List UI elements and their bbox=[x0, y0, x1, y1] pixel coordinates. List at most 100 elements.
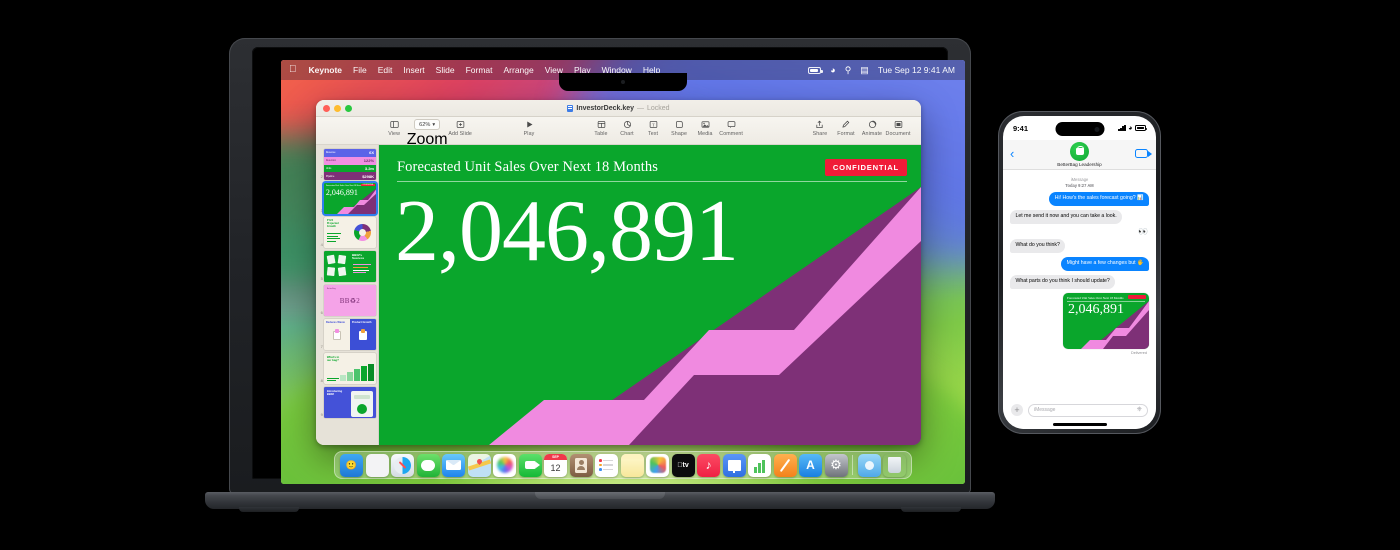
dock-item-photos[interactable] bbox=[493, 453, 516, 477]
zoom-value-pill[interactable]: 62% ▾ bbox=[414, 119, 441, 130]
share-icon bbox=[815, 119, 824, 130]
shape-button[interactable]: Shape bbox=[666, 119, 692, 137]
message-row-incoming[interactable]: What do you think? bbox=[1010, 238, 1149, 253]
minimize-button[interactable] bbox=[334, 104, 341, 112]
dock-item-safari[interactable] bbox=[391, 453, 414, 477]
dock-item-reminders[interactable] bbox=[595, 453, 618, 477]
navigator-slide-5[interactable]: 5 BB02's Success bbox=[318, 251, 376, 282]
dock-item-freeform[interactable] bbox=[646, 453, 669, 477]
navigator-slide-3[interactable]: 3 Forecasted Unit Sales Over Next 18 Mon… bbox=[318, 183, 376, 214]
message-input[interactable]: iMessage ⎈ bbox=[1028, 403, 1148, 417]
slide-thumbnail[interactable]: What's in our bag? bbox=[323, 353, 376, 384]
dock-item-music[interactable]: ♪ bbox=[697, 453, 720, 477]
control-center-icon[interactable]: ▤ bbox=[860, 65, 869, 75]
menu-edit[interactable]: Edit bbox=[378, 65, 393, 75]
dock-item-system-settings[interactable]: ⚙ bbox=[824, 453, 848, 477]
facetime-video-icon[interactable] bbox=[1135, 149, 1152, 158]
table-button[interactable]: Table bbox=[588, 119, 614, 137]
add-slide-button[interactable]: Add Slide bbox=[447, 119, 473, 137]
navigator-slide-4[interactable]: 4 FY24 Projected Growth bbox=[318, 217, 376, 248]
menu-file[interactable]: File bbox=[353, 65, 367, 75]
message-reaction-eyes[interactable]: 👀 bbox=[1010, 227, 1148, 236]
menu-app-name[interactable]: Keynote bbox=[309, 65, 343, 75]
home-indicator[interactable] bbox=[1052, 423, 1107, 426]
dock-item-pages[interactable] bbox=[773, 453, 797, 477]
navigator-slide-9[interactable]: 9 Introducing BB02 bbox=[318, 387, 376, 418]
dock-item-keynote[interactable] bbox=[722, 453, 746, 477]
dock-item-apple-tv[interactable]: tv bbox=[671, 453, 695, 477]
navigator-slide-2[interactable]: 2 Revenue 6X Retention 122% Units 3.2m P… bbox=[318, 149, 376, 180]
share-button[interactable]: Share bbox=[807, 119, 833, 137]
chart-button[interactable]: Chart bbox=[614, 119, 640, 137]
dock-item-maps[interactable] bbox=[467, 453, 491, 477]
menubar-clock[interactable]: Tue Sep 12 9:41 AM bbox=[878, 65, 955, 75]
dock-item-mail[interactable] bbox=[442, 453, 465, 477]
dock-item-facetime[interactable] bbox=[518, 453, 542, 477]
document-button[interactable]: Document bbox=[885, 119, 911, 137]
menu-arrange[interactable]: Arrange bbox=[504, 65, 534, 75]
dock-item-trash[interactable] bbox=[883, 454, 906, 477]
slide-navigator[interactable]: 2 Revenue 6X Retention 122% Units 3.2m P… bbox=[316, 145, 379, 445]
animate-button[interactable]: Animate bbox=[859, 119, 885, 137]
navigator-slide-7[interactable]: 7 Reduces Waste Product Growth bbox=[318, 319, 376, 350]
dock-item-contacts[interactable] bbox=[569, 453, 593, 477]
avatar[interactable] bbox=[1070, 142, 1089, 161]
message-row-outgoing[interactable]: Might have a few changes but 🖐 bbox=[1010, 256, 1149, 271]
slide-thumbnail[interactable]: Revenue 6X Retention 122% Units 3.2m Pip… bbox=[323, 149, 376, 180]
message-bubble[interactable]: Let me send it now and you can take a lo… bbox=[1010, 209, 1123, 224]
dock-item-messages[interactable] bbox=[416, 453, 440, 477]
messages-navbar[interactable]: ‹ BetterBag Leadership bbox=[1003, 140, 1156, 170]
message-thread[interactable]: iMessage Today 9:27 AM Hi! How's the sal… bbox=[1003, 170, 1156, 399]
plus-icon[interactable]: + bbox=[1011, 404, 1023, 416]
message-row-incoming[interactable]: Let me send it now and you can take a lo… bbox=[1010, 209, 1149, 224]
slide-thumbnail[interactable]: FY24 Projected Growth bbox=[323, 217, 376, 248]
slide-thumbnail[interactable]: BB02's Success bbox=[323, 251, 376, 282]
keynote-toolbar[interactable]: View 62% ▾ Zoom Add Slide Play Table Cha… bbox=[316, 117, 921, 148]
menu-insert[interactable]: Insert bbox=[403, 65, 424, 75]
slide-attachment[interactable]: Forecasted Unit Sales Over Next 18 Month… bbox=[1063, 292, 1149, 349]
text-button[interactable]: T Text bbox=[640, 119, 666, 137]
macos-dock[interactable]: 🙂 SEP 12 tv ♪ A ⚙ bbox=[334, 451, 912, 479]
navigator-slide-8[interactable]: 8 What's in our bag? bbox=[318, 353, 376, 384]
message-row-incoming[interactable]: What parts do you think I should update? bbox=[1010, 274, 1149, 289]
message-bubble[interactable]: Might have a few changes but 🖐 bbox=[1061, 256, 1149, 271]
message-bubble[interactable]: What do you think? bbox=[1010, 238, 1066, 253]
view-button[interactable]: View bbox=[381, 119, 407, 137]
keynote-titlebar[interactable]: InvestorDeck.key — Locked bbox=[316, 100, 921, 117]
message-bubble[interactable]: Hi! How's the sales forecast going? 📊 bbox=[1049, 192, 1149, 206]
slide-thumbnail[interactable]: Reduces Waste Product Growth bbox=[323, 319, 376, 350]
dock-item-app-store[interactable]: A bbox=[799, 453, 822, 477]
microphone-icon[interactable]: ⎈ bbox=[1137, 406, 1142, 414]
media-button[interactable]: Media bbox=[692, 119, 718, 137]
format-button[interactable]: Format bbox=[833, 119, 859, 137]
maximize-button[interactable] bbox=[345, 104, 352, 112]
attachment-row[interactable]: Forecasted Unit Sales Over Next 18 Month… bbox=[1010, 292, 1149, 349]
message-row-outgoing[interactable]: Hi! How's the sales forecast going? 📊 bbox=[1010, 192, 1149, 206]
dock-item-notes[interactable] bbox=[620, 453, 644, 477]
conversation-header[interactable]: BetterBag Leadership bbox=[1057, 142, 1102, 167]
window-controls[interactable] bbox=[316, 104, 352, 112]
dock-item-finder[interactable]: 🙂 bbox=[340, 453, 363, 477]
play-button[interactable]: Play bbox=[516, 119, 542, 137]
wifi-icon[interactable]: ◕ bbox=[830, 65, 835, 75]
comment-button[interactable]: Comment bbox=[718, 119, 744, 137]
slide-thumbnail[interactable]: Introducing BB02 bbox=[323, 387, 376, 418]
back-chevron-icon[interactable]: ‹ bbox=[1010, 147, 1014, 160]
keynote-window[interactable]: InvestorDeck.key — Locked View 62% ▾ Zoo… bbox=[316, 100, 921, 445]
dock-item-downloads-folder[interactable] bbox=[857, 453, 881, 477]
dock-item-calendar[interactable]: SEP 12 bbox=[544, 453, 567, 477]
navigator-slide-6[interactable]: 6 BetterBag BB♻2 bbox=[318, 285, 376, 316]
search-icon[interactable]: ⚲ bbox=[845, 65, 852, 75]
dock-item-numbers[interactable] bbox=[748, 453, 771, 477]
slide-thumbnail-selected[interactable]: Forecasted Unit Sales Over Next 18 Month… bbox=[323, 183, 376, 214]
menu-format[interactable]: Format bbox=[466, 65, 493, 75]
close-button[interactable] bbox=[323, 104, 330, 112]
battery-icon[interactable] bbox=[808, 66, 823, 74]
slide-thumbnail[interactable]: BetterBag BB♻2 bbox=[323, 285, 376, 316]
menu-slide[interactable]: Slide bbox=[436, 65, 455, 75]
message-bubble[interactable]: What parts do you think I should update? bbox=[1010, 274, 1116, 289]
iphone-screen[interactable]: 9:41 ◕ ‹ BetterBag Leadership iMessage T… bbox=[1003, 116, 1156, 429]
apple-logo-icon[interactable]:  bbox=[289, 65, 297, 75]
dock-item-launchpad[interactable] bbox=[365, 453, 389, 477]
slide-canvas[interactable]: Forecasted Unit Sales Over Next 18 Month… bbox=[379, 145, 921, 445]
